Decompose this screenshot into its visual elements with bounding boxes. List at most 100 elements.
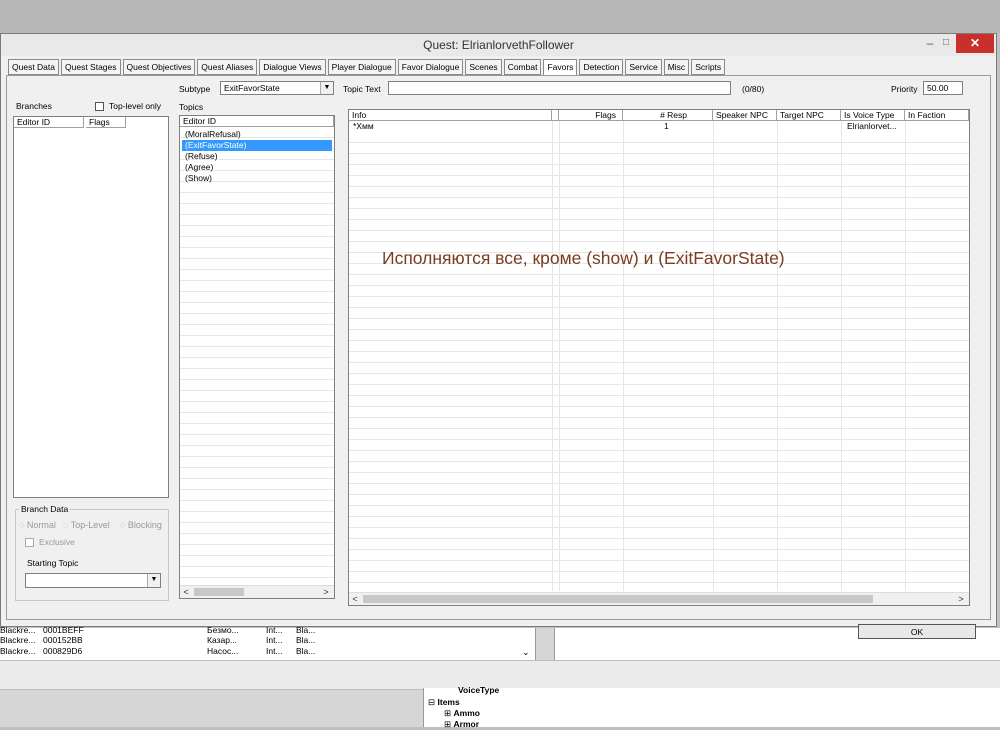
expand-icon: ⊟ [428,697,436,707]
scroll-left-icon[interactable]: < [180,586,192,598]
column-header-flags[interactable]: Flags [86,117,126,128]
column-header-editor-id[interactable]: Editor ID [14,117,84,128]
list-cell: Blackre... [0,646,36,656]
list-item[interactable]: Blackre... 000152BB Казар... Int... Bla.… [0,635,535,646]
column-header-in-faction[interactable]: In Faction [905,110,969,121]
radio-label: Blocking [127,520,162,530]
topic-list-item[interactable]: (Agree) [182,162,332,173]
starting-topic-select[interactable]: ▼ [25,573,161,588]
tab-combat[interactable]: Combat [503,59,542,75]
tree-item-label: Ammo [453,708,480,718]
radio-icon: ◌ [120,520,126,530]
scroll-thumb[interactable] [363,595,873,603]
topic-text-label: Topic Text [343,84,381,94]
tab-favors[interactable]: Favors [543,59,578,76]
window-title: Quest: ElrianlorvethFollower [423,38,574,52]
tab-misc[interactable]: Misc [663,59,690,75]
radio-top-level[interactable]: ◌ Top-Level [63,520,110,530]
chevron-down-icon[interactable]: ⌄ [522,647,530,658]
exclusive-label: Exclusive [39,537,75,547]
radio-blocking[interactable]: ◌ Blocking [120,520,162,530]
top-level-only-checkbox[interactable] [95,102,104,111]
branches-label: Branches [16,101,52,111]
tab-quest-data[interactable]: Quest Data [8,59,59,75]
title-bar[interactable]: Quest: ElrianlorvethFollower – □ ✕ [1,34,996,56]
background-object-list[interactable]: Blackre... 0001BEFF Безмо... Int... Bla.… [0,625,536,660]
tab-scenes[interactable]: Scenes [465,59,502,75]
cell-voice-type: Elrianlorvet... [847,121,897,131]
list-cell: 000829D6 [43,646,83,656]
list-item[interactable]: Blackre... 000829D6 Насос... Int... Bla.… [0,646,535,657]
subtype-select[interactable]: ExitFavorState ▼ [220,81,334,95]
column-divider [552,121,553,591]
tab-scripts[interactable]: Scripts [691,59,726,75]
tab-bar: Quest Data Quest Stages Quest Objectives Qu… [8,59,727,76]
tree-item-armor[interactable]: ⊞ Armor [444,719,479,730]
tab-dialogue-views[interactable]: Dialogue Views [259,59,326,75]
background-app-area [0,0,1000,33]
scroll-left-icon[interactable]: < [349,593,361,605]
subtype-value: ExitFavorState [224,83,280,93]
column-divider [559,121,560,591]
tab-service[interactable]: Service [625,59,662,75]
radio-icon: ◌ [63,520,69,530]
topics-label: Topics [179,102,204,112]
radio-label: Top-Level [70,520,110,530]
ok-button[interactable]: OK [858,624,976,639]
close-button[interactable]: ✕ [956,34,994,53]
priority-label: Priority [891,84,918,94]
topic-text-counter: (0/80) [742,84,765,94]
expand-icon: ⊞ [444,708,452,718]
column-header-flags[interactable]: Flags [559,110,623,121]
list-cell: Bla... [296,635,316,645]
priority-input[interactable]: 50.00 [923,81,963,95]
tab-favor-dialogue[interactable]: Favor Dialogue [397,59,464,75]
info-table[interactable]: Info Flags # Resp Speaker NPC Target NPC… [348,109,970,606]
radio-normal[interactable]: ◌ Normal [19,520,56,530]
tab-quest-stages[interactable]: Quest Stages [61,59,121,75]
overlay-annotation-text: Исполняются все, кроме (show) и (ExitFav… [382,248,785,268]
tab-detection[interactable]: Detection [579,59,624,75]
branch-data-label: Branch Data [19,504,71,514]
cell-info: *Хмм [353,121,374,131]
scroll-right-icon[interactable]: > [955,593,967,605]
tab-player-dialogue[interactable]: Player Dialogue [327,59,396,75]
background-tree[interactable]: VoiceType ⊟ Items ⊞ Ammo ⊞ Armor [423,685,555,730]
list-gridlines [180,127,334,598]
topic-list-item[interactable]: (MoralRefusal) [182,129,332,140]
topic-text-input[interactable] [388,81,731,95]
topics-list[interactable]: Editor ID (MoralRefusal) (ExitFavorState)… [179,115,335,599]
branches-list[interactable]: Editor ID Flags [13,116,169,498]
background-status-bar [0,660,1000,690]
tree-item-label: Armor [453,719,480,729]
column-header-editor-id[interactable]: Editor ID [180,116,334,127]
maximize-button[interactable]: □ [936,34,956,54]
tab-quest-objectives[interactable]: Quest Objectives [122,59,196,75]
tab-quest-aliases[interactable]: Quest Aliases [197,59,258,75]
column-divider [623,121,624,591]
column-header-resp[interactable]: # Resp [623,110,713,121]
horizontal-scrollbar[interactable]: < > [180,585,334,598]
exclusive-checkbox[interactable] [25,538,34,547]
quest-window: Quest: ElrianlorvethFollower – □ ✕ Quest… [0,33,997,639]
scroll-right-icon[interactable]: > [320,586,332,598]
tree-item-voice-type[interactable]: VoiceType [458,685,499,695]
horizontal-scrollbar[interactable]: < > [349,592,969,605]
scroll-thumb[interactable] [194,588,244,596]
expand-icon: ⊞ [444,719,452,729]
column-header-target-npc[interactable]: Target NPC [777,110,841,121]
column-header-voice-type[interactable]: Is Voice Type [841,110,905,121]
tree-item-items[interactable]: ⊟ Items [428,697,460,708]
column-divider [777,121,778,591]
top-level-only-label: Top-level only [109,101,161,111]
subtype-label: Subtype [179,84,211,94]
column-divider [905,121,906,591]
topic-list-item[interactable]: (ExitFavorState) [182,140,332,151]
topic-list-item[interactable]: (Refuse) [182,151,332,162]
list-cell: Blackre... [0,635,36,645]
topic-list-item[interactable]: (Show) [182,173,332,184]
column-header-info[interactable]: Info [349,110,552,121]
tree-item-ammo[interactable]: ⊞ Ammo [444,708,480,719]
column-header-speaker-npc[interactable]: Speaker NPC [713,110,777,121]
table-row[interactable]: *Хмм 1 Elrianlorvet... [349,121,969,132]
